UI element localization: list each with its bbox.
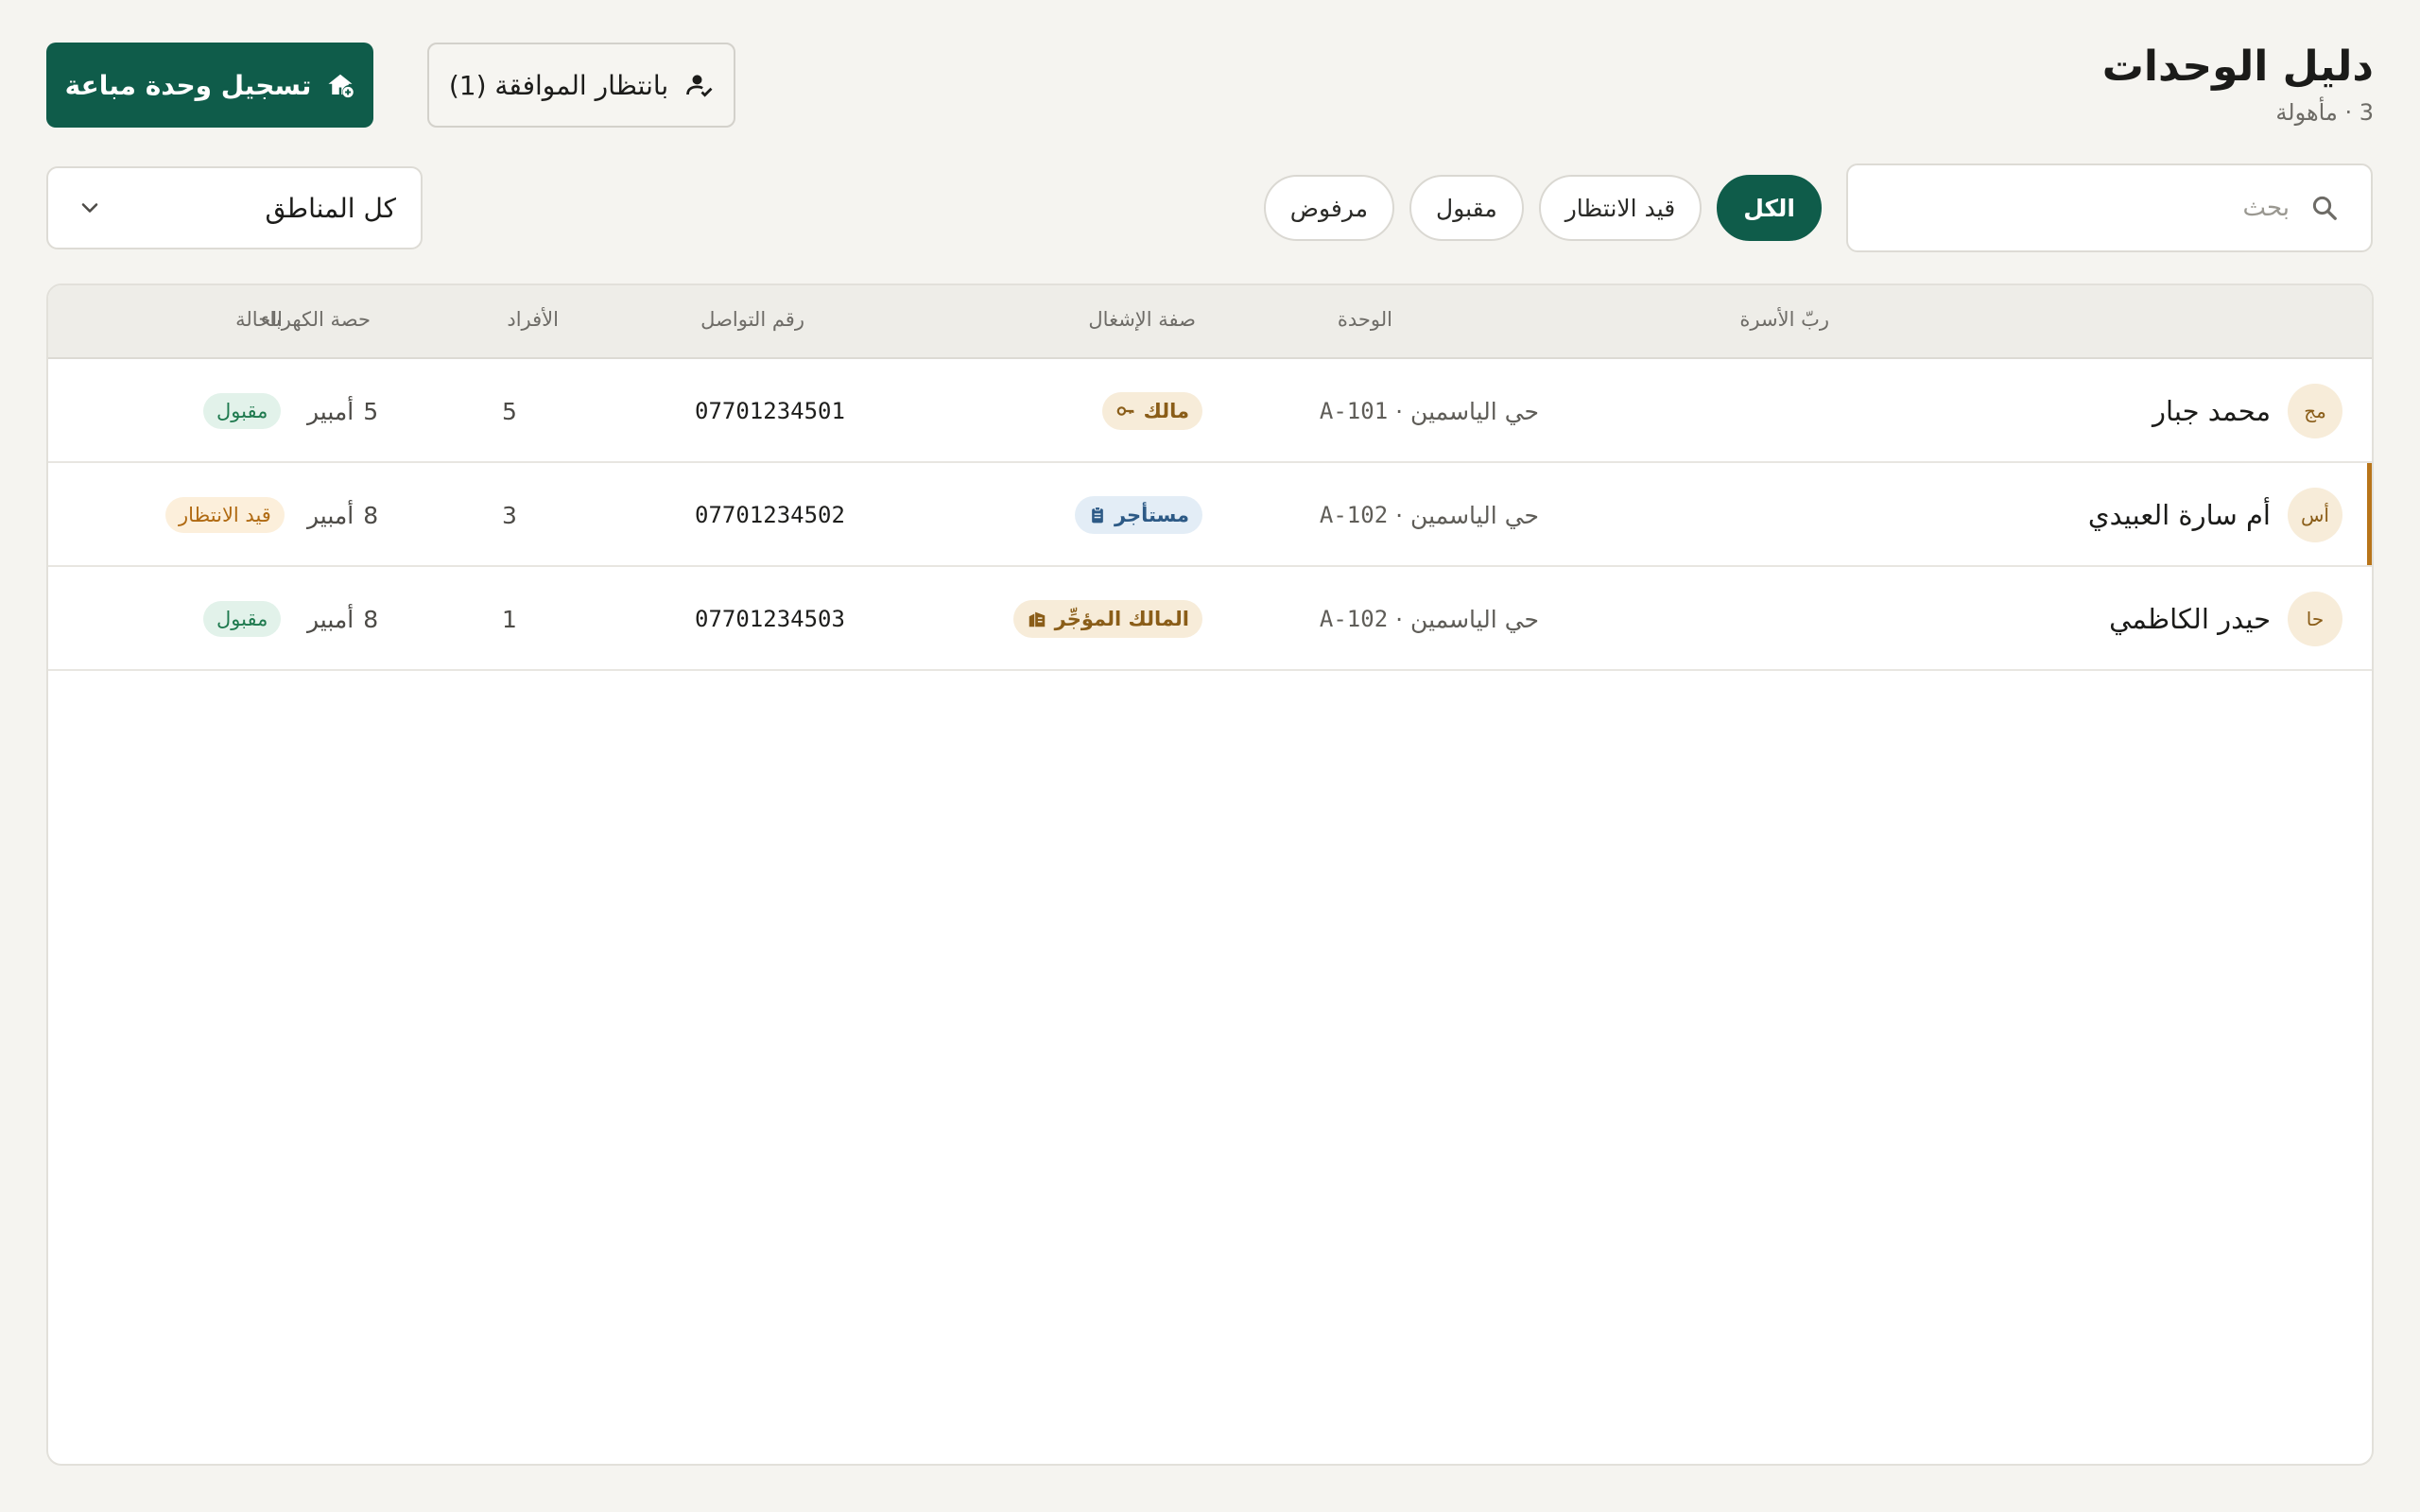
filter-chip-rejected[interactable]: مرفوض	[1263, 175, 1395, 241]
power-unit: أمبير	[307, 397, 354, 425]
power-cell: 8 أمبير	[307, 567, 378, 671]
register-unit-label: تسجيل وحدة مباعة	[64, 69, 312, 101]
head-cell: مج محمد جبار	[2152, 359, 2342, 463]
unit-cell: حي الياسمين · A-102	[1320, 567, 1539, 671]
avatar: مج	[2288, 384, 2342, 438]
table-header: ربّ الأسرة الوحدة صفة الإشغال رقم التواص…	[48, 285, 2372, 359]
occupancy-label: مستأجر	[1114, 504, 1189, 526]
avatar: أس	[2288, 488, 2342, 542]
occupancy-badge: مستأجر	[1074, 496, 1202, 534]
head-name: محمد جبار	[2152, 395, 2271, 427]
title-block: دليل الوحدات 3 · مأهولة	[2102, 38, 2374, 129]
page-title: دليل الوحدات	[2101, 43, 2374, 91]
unit-area: حي الياسمين ·	[1395, 605, 1539, 633]
head-cell: حا حيدر الكاظمي	[2109, 567, 2342, 671]
column-header-head[interactable]: ربّ الأسرة	[1739, 308, 1829, 331]
unit-code: A-102	[1319, 606, 1389, 632]
members-cell: 1	[502, 605, 517, 633]
register-unit-button[interactable]: تسجيل وحدة مباعة	[46, 43, 373, 128]
unit-area: حي الياسمين ·	[1395, 501, 1539, 529]
head-cell: أس أم سارة العبيدي	[2088, 463, 2342, 567]
pending-approval-label: بانتظار الموافقة (1)	[448, 69, 669, 101]
power-value: 8	[363, 501, 379, 529]
occupancy-label: مالك	[1143, 400, 1189, 422]
building-icon	[1027, 609, 1047, 629]
occupancy-cell: مستأجر	[1074, 463, 1202, 567]
power-cell: 5 أمبير	[307, 359, 378, 463]
power-value: 5	[363, 397, 379, 425]
filter-chip-all[interactable]: الكل	[1717, 175, 1822, 241]
column-header-unit[interactable]: الوحدة	[1338, 308, 1392, 331]
occupancy-cell: المالك المؤجِّر	[1012, 567, 1202, 671]
units-table: ربّ الأسرة الوحدة صفة الإشغال رقم التواص…	[46, 284, 2374, 1466]
column-header-phone[interactable]: رقم التواصل	[700, 308, 804, 331]
key-icon	[1115, 401, 1136, 421]
power-cell: 8 أمبير	[307, 463, 378, 567]
status-badge: مقبول	[203, 393, 282, 429]
region-select[interactable]: كل المناطق	[46, 166, 423, 249]
clipboard-icon	[1088, 506, 1107, 524]
search-input[interactable]	[1880, 194, 2290, 222]
power-value: 8	[363, 605, 379, 633]
phone-cell: 07701234503	[695, 606, 845, 632]
status-filter-chips: الكل قيد الانتظار مقبول مرفوض	[1263, 175, 1822, 241]
occupancy-cell: مالك	[1101, 359, 1202, 463]
column-header-status[interactable]: الحالة	[235, 308, 283, 331]
region-select-value: كل المناطق	[265, 192, 396, 224]
phone-cell: 07701234501	[695, 398, 845, 424]
unit-code: A-101	[1319, 398, 1389, 424]
head-name: حيدر الكاظمي	[2109, 603, 2271, 635]
chevron-down-icon	[77, 195, 103, 221]
filter-chip-pending[interactable]: قيد الانتظار	[1538, 175, 1703, 241]
status-badge: قيد الانتظار	[165, 497, 285, 533]
search-icon	[2310, 194, 2339, 222]
power-unit: أمبير	[307, 605, 354, 633]
unit-cell: حي الياسمين · A-102	[1320, 463, 1539, 567]
status-cell: مقبول	[203, 359, 282, 463]
avatar: حا	[2288, 592, 2342, 646]
filter-chip-accepted[interactable]: مقبول	[1409, 175, 1524, 241]
unit-code: A-102	[1319, 502, 1389, 528]
table-row[interactable]: حا حيدر الكاظمي حي الياسمين · A-102 الما…	[48, 567, 2372, 671]
status-badge: مقبول	[203, 601, 282, 637]
add-home-icon	[326, 71, 354, 99]
column-header-members[interactable]: الأفراد	[507, 308, 559, 331]
occupancy-badge: المالك المؤجِّر	[1012, 600, 1202, 638]
occupancy-label: المالك المؤجِّر	[1054, 608, 1189, 630]
members-cell: 3	[502, 501, 517, 529]
members-cell: 5	[502, 397, 517, 425]
search-box[interactable]	[1846, 163, 2373, 252]
head-name: أم سارة العبيدي	[2087, 499, 2271, 531]
user-check-icon	[685, 71, 714, 99]
occupancy-badge: مالك	[1101, 392, 1202, 430]
unit-area: حي الياسمين ·	[1395, 397, 1539, 425]
column-header-occupancy[interactable]: صفة الإشغال	[1088, 308, 1196, 331]
power-unit: أمبير	[307, 501, 354, 529]
table-row[interactable]: مج محمد جبار حي الياسمين · A-101 مالك 07…	[48, 359, 2372, 463]
page-subtitle: 3 · مأهولة	[2275, 99, 2374, 126]
pending-approval-button[interactable]: بانتظار الموافقة (1)	[427, 43, 735, 128]
status-cell: مقبول	[203, 567, 282, 671]
status-cell: قيد الانتظار	[165, 463, 285, 567]
unit-cell: حي الياسمين · A-101	[1320, 359, 1539, 463]
units-directory-page: دليل الوحدات 3 · مأهولة تسجيل وحدة مباعة…	[0, 0, 2420, 1512]
table-row[interactable]: أس أم سارة العبيدي حي الياسمين · A-102 م…	[48, 463, 2372, 567]
phone-cell: 07701234502	[695, 502, 845, 528]
